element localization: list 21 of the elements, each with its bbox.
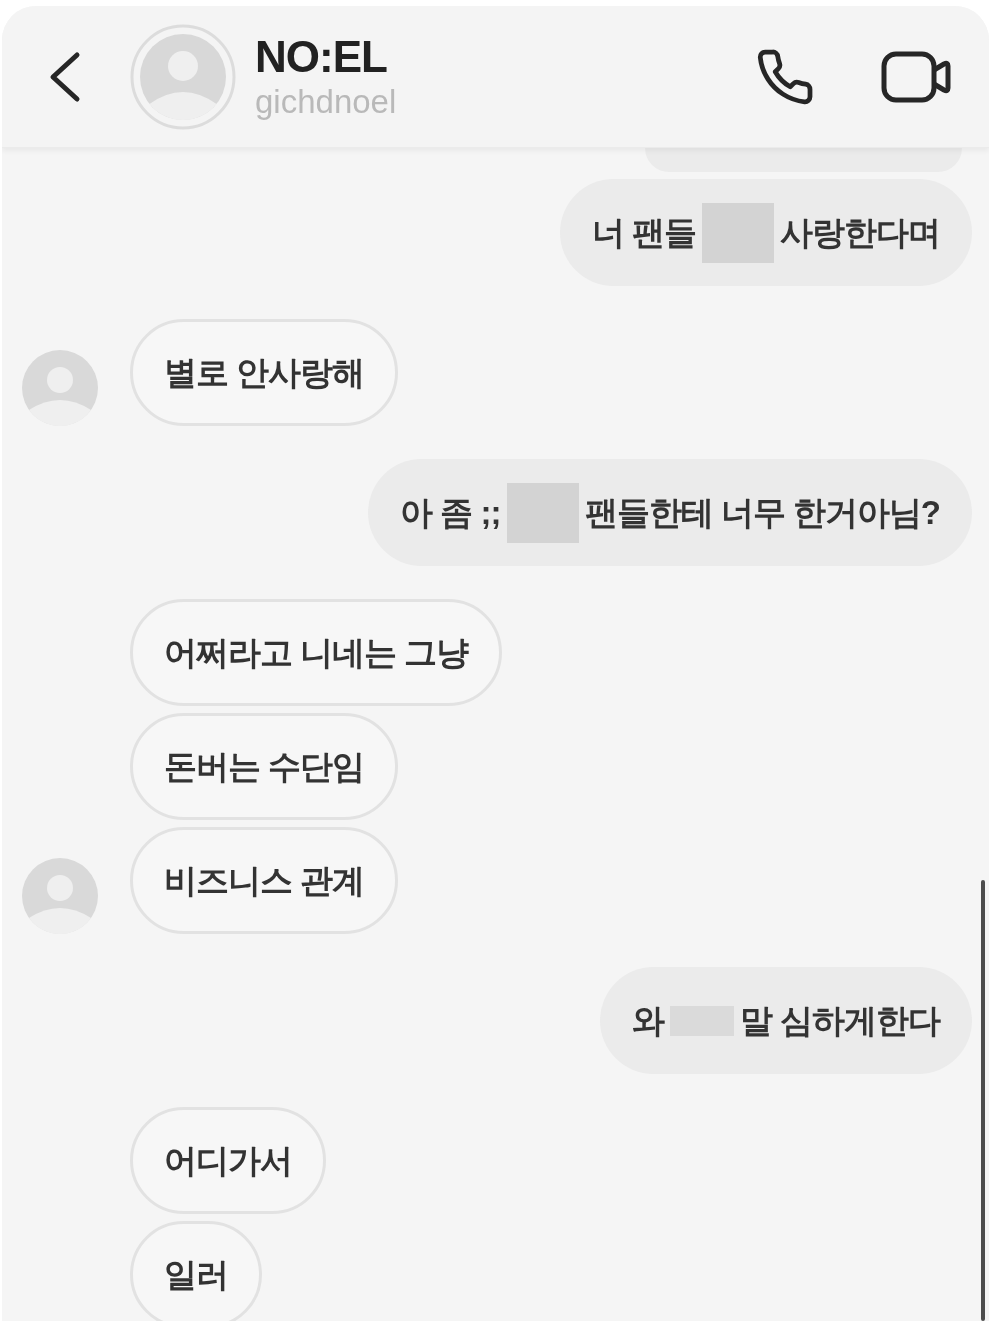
video-camera-icon [881,50,951,103]
message-text: 어쩌라고 니네는 그냥 [164,633,469,673]
message-text: 팬들한테 너무 한거아님? [584,493,940,533]
message-text: 와 [631,1001,664,1041]
message-text: 별로 안사랑해 [164,353,365,393]
avatar-icon[interactable] [130,23,236,130]
message-text: 돈버는 수단임 [164,747,365,787]
redaction-block [702,202,774,263]
contact-name: NO:EL [255,32,388,81]
avatar-icon[interactable] [22,350,98,426]
message-text: 아 좀 ;; [400,493,501,533]
message-text: 일러 [164,1255,228,1295]
message-text: 너 팬들 [591,213,696,253]
message-text: 어디가서 [164,1141,292,1181]
contact-username: gichdnoel [255,82,397,121]
message-text: 비즈니스 관계 [164,861,365,901]
chevron-left-icon [48,50,82,103]
scrollbar-thumb[interactable] [981,880,985,1321]
message-text: 말 심하게한다 [739,1001,940,1041]
avatar-icon[interactable] [22,858,98,934]
message-text: 사랑한다며 [780,213,940,253]
